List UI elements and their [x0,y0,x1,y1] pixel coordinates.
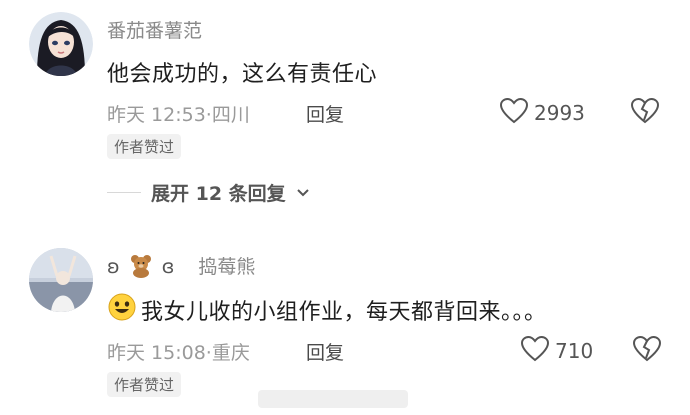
watermark-blur [258,390,408,408]
avatar[interactable] [29,248,93,312]
smile-emoji-icon [107,292,137,328]
like-count: 2993 [534,101,585,125]
like-button[interactable]: 2993 [499,97,585,128]
teddy-bear-emoji-icon [128,252,154,283]
username-decoration: ɞ [161,256,175,278]
avatar[interactable] [29,12,93,76]
broken-heart-icon[interactable] [630,97,660,128]
comment-text: 他会成功的，这么有责任心 [107,62,378,87]
comment-location: 重庆 [211,342,250,364]
expand-replies-button[interactable]: 展开 12 条回复 [107,179,310,206]
like-count: 710 [555,339,594,363]
divider [107,192,141,193]
comment-location: 四川 [211,104,250,126]
comment-meta: 昨天 15:08·重庆 [107,338,250,365]
heart-outline-icon [499,97,529,128]
reply-button[interactable]: 回复 [306,100,344,127]
author-liked-badge: 作者赞过 [107,372,182,397]
comment-meta: 昨天 12:53·四川 [107,100,250,127]
broken-heart-icon[interactable] [632,335,662,366]
like-button[interactable]: 710 [520,335,594,366]
username[interactable]: ʚ ɞ 捣莓熊 [107,252,255,283]
comment-time: 昨天 15:08 [107,342,206,364]
comment-time: 昨天 12:53 [107,104,206,126]
username-text: 捣莓熊 [198,256,256,278]
username[interactable]: 番茄番薯范 [107,16,202,43]
reply-button[interactable]: 回复 [306,338,344,365]
comment-text: 我女儿收的小组作业，每天都背回来。。。 [107,292,547,328]
heart-outline-icon [520,335,550,366]
expand-replies-label: 展开 12 条回复 [151,183,286,205]
comment-text-body: 我女儿收的小组作业，每天都背回来。。。 [141,300,547,325]
username-decoration: ʚ [107,256,120,278]
author-liked-badge: 作者赞过 [107,134,182,159]
chevron-down-icon [296,183,310,202]
